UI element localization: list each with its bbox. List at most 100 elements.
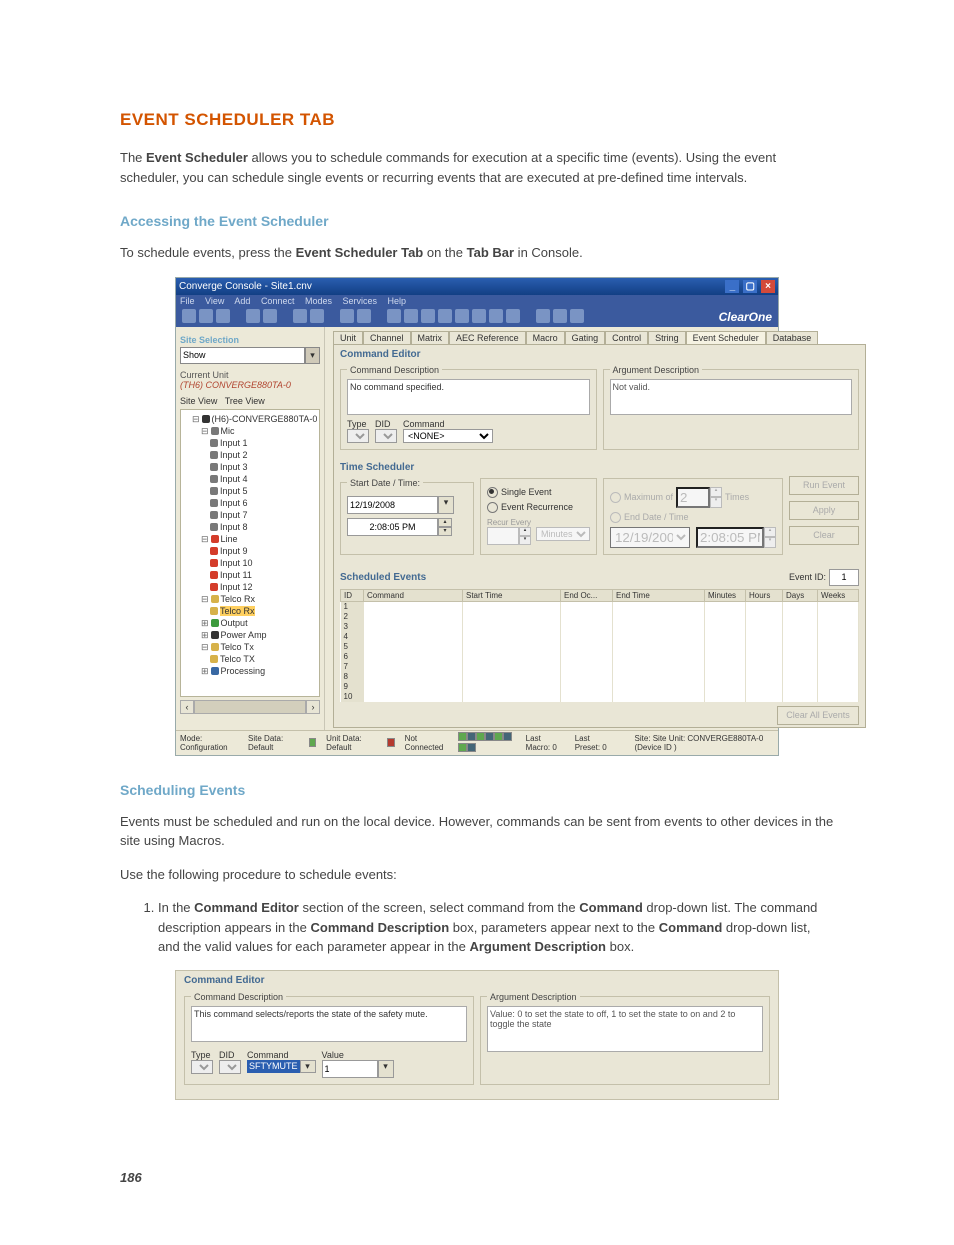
collapse-icon[interactable]: ⊟ bbox=[201, 594, 209, 604]
table-row[interactable]: 6 bbox=[341, 652, 859, 662]
tab-database[interactable]: Database bbox=[766, 331, 819, 344]
command-select[interactable]: <NONE> bbox=[403, 429, 493, 443]
tab-matrix[interactable]: Matrix bbox=[411, 331, 450, 344]
device-tree[interactable]: ⊟(H6)-CONVERGE880TA-0 ⊟Mic Input 1 Input… bbox=[180, 409, 320, 697]
tool-icon[interactable] bbox=[340, 309, 354, 323]
scroll-right-icon[interactable]: › bbox=[306, 700, 320, 714]
end-date-input[interactable]: 12/19/2008 bbox=[610, 527, 690, 548]
chevron-down-icon[interactable]: ▾ bbox=[300, 1060, 316, 1073]
tab-string[interactable]: String bbox=[648, 331, 686, 344]
expand-icon[interactable]: ⊞ bbox=[201, 618, 209, 628]
run-event-button[interactable]: Run Event bbox=[789, 476, 859, 495]
tab-aec-reference[interactable]: AEC Reference bbox=[449, 331, 526, 344]
type-select[interactable] bbox=[191, 1060, 213, 1074]
start-time-input[interactable] bbox=[347, 518, 438, 536]
collapse-icon[interactable]: ⊟ bbox=[192, 414, 200, 424]
menu-add[interactable]: Add bbox=[234, 296, 250, 306]
tree-item[interactable]: Input 6 bbox=[220, 498, 248, 508]
tree-item[interactable]: Input 9 bbox=[220, 546, 248, 556]
tree-item-selected[interactable]: Telco Rx bbox=[220, 606, 255, 616]
scheduled-events-table[interactable]: ID Command Start Time End Oc... End Time… bbox=[340, 589, 859, 702]
col-hours[interactable]: Hours bbox=[746, 589, 783, 601]
tool-icon[interactable] bbox=[387, 309, 401, 323]
scroll-left-icon[interactable]: ‹ bbox=[180, 700, 194, 714]
expand-icon[interactable]: ⊞ bbox=[201, 630, 209, 640]
table-row[interactable]: 10 bbox=[341, 692, 859, 702]
tree-item[interactable]: Input 5 bbox=[220, 486, 248, 496]
end-date-radio[interactable] bbox=[610, 512, 621, 523]
clear-button[interactable]: Clear bbox=[789, 526, 859, 545]
tool-icon[interactable] bbox=[570, 309, 584, 323]
tree-output-group[interactable]: Output bbox=[221, 618, 248, 628]
tree-item[interactable]: Input 2 bbox=[220, 450, 248, 460]
tree-item[interactable]: Input 3 bbox=[220, 462, 248, 472]
table-row[interactable]: 1 bbox=[341, 601, 859, 612]
tool-icon[interactable] bbox=[216, 309, 230, 323]
tab-event-scheduler[interactable]: Event Scheduler bbox=[686, 331, 766, 344]
single-event-radio[interactable] bbox=[487, 487, 498, 498]
site-view-link[interactable]: Site View bbox=[180, 396, 217, 406]
tool-icon[interactable] bbox=[506, 309, 520, 323]
tool-icon[interactable] bbox=[536, 309, 550, 323]
chevron-up-icon[interactable]: ▴ bbox=[519, 527, 531, 536]
tree-poweramp-group[interactable]: Power Amp bbox=[221, 630, 267, 640]
value-input[interactable] bbox=[322, 1060, 378, 1078]
col-minutes[interactable]: Minutes bbox=[705, 589, 746, 601]
tool-icon[interactable] bbox=[199, 309, 213, 323]
expand-icon[interactable]: ⊞ bbox=[201, 666, 209, 676]
tool-icon[interactable] bbox=[246, 309, 260, 323]
tab-macro[interactable]: Macro bbox=[526, 331, 565, 344]
tool-icon[interactable] bbox=[455, 309, 469, 323]
table-row[interactable]: 9 bbox=[341, 682, 859, 692]
tree-processing-group[interactable]: Processing bbox=[221, 666, 266, 676]
col-start-time[interactable]: Start Time bbox=[463, 589, 561, 601]
tool-icon[interactable] bbox=[489, 309, 503, 323]
tree-item[interactable]: Input 1 bbox=[220, 438, 248, 448]
table-row[interactable]: 4 bbox=[341, 632, 859, 642]
table-row[interactable]: 8 bbox=[341, 672, 859, 682]
site-selection-input[interactable] bbox=[180, 347, 305, 364]
col-end-time[interactable]: End Time bbox=[612, 589, 704, 601]
tool-icon[interactable] bbox=[421, 309, 435, 323]
tab-unit[interactable]: Unit bbox=[333, 331, 363, 344]
end-time-input[interactable] bbox=[696, 527, 764, 548]
menu-modes[interactable]: Modes bbox=[305, 296, 332, 306]
max-value-input[interactable] bbox=[676, 487, 710, 508]
tree-h-scroll[interactable]: ‹ › bbox=[180, 700, 320, 714]
tool-icon[interactable] bbox=[263, 309, 277, 323]
did-select[interactable] bbox=[375, 429, 397, 443]
menu-services[interactable]: Services bbox=[343, 296, 378, 306]
type-select[interactable] bbox=[347, 429, 369, 443]
menu-help[interactable]: Help bbox=[388, 296, 407, 306]
did-select[interactable] bbox=[219, 1060, 241, 1074]
col-weeks[interactable]: Weeks bbox=[818, 589, 859, 601]
chevron-up-icon[interactable]: ▴ bbox=[710, 487, 722, 498]
tree-item[interactable]: Input 8 bbox=[220, 522, 248, 532]
event-recurrence-radio[interactable] bbox=[487, 502, 498, 513]
tree-item[interactable]: Input 11 bbox=[220, 570, 252, 580]
col-id[interactable]: ID bbox=[341, 589, 364, 601]
chevron-up-icon[interactable]: ▴ bbox=[764, 527, 776, 538]
tool-icon[interactable] bbox=[553, 309, 567, 323]
table-row[interactable]: 5 bbox=[341, 642, 859, 652]
clear-all-events-button[interactable]: Clear All Events bbox=[777, 706, 859, 725]
site-selection-dropdown-icon[interactable]: ▾ bbox=[305, 347, 320, 364]
collapse-icon[interactable]: ⊟ bbox=[201, 534, 209, 544]
col-command[interactable]: Command bbox=[364, 589, 463, 601]
maximum-of-radio[interactable] bbox=[610, 492, 621, 503]
table-row[interactable]: 3 bbox=[341, 622, 859, 632]
recur-unit-select[interactable]: Minutes bbox=[536, 527, 590, 541]
table-row[interactable]: 7 bbox=[341, 662, 859, 672]
date-picker-icon[interactable]: ▾ bbox=[438, 496, 454, 514]
chevron-down-icon[interactable]: ▾ bbox=[710, 497, 722, 508]
tree-telco-tx-group[interactable]: Telco Tx bbox=[221, 642, 254, 652]
start-date-input[interactable] bbox=[347, 496, 438, 514]
tab-channel[interactable]: Channel bbox=[363, 331, 411, 344]
chevron-down-icon[interactable]: ▾ bbox=[378, 1060, 394, 1078]
tool-icon[interactable] bbox=[472, 309, 486, 323]
tab-gating[interactable]: Gating bbox=[565, 331, 606, 344]
col-days[interactable]: Days bbox=[783, 589, 818, 601]
apply-button[interactable]: Apply bbox=[789, 501, 859, 520]
menu-connect[interactable]: Connect bbox=[261, 296, 295, 306]
tree-mic-group[interactable]: Mic bbox=[221, 426, 235, 436]
